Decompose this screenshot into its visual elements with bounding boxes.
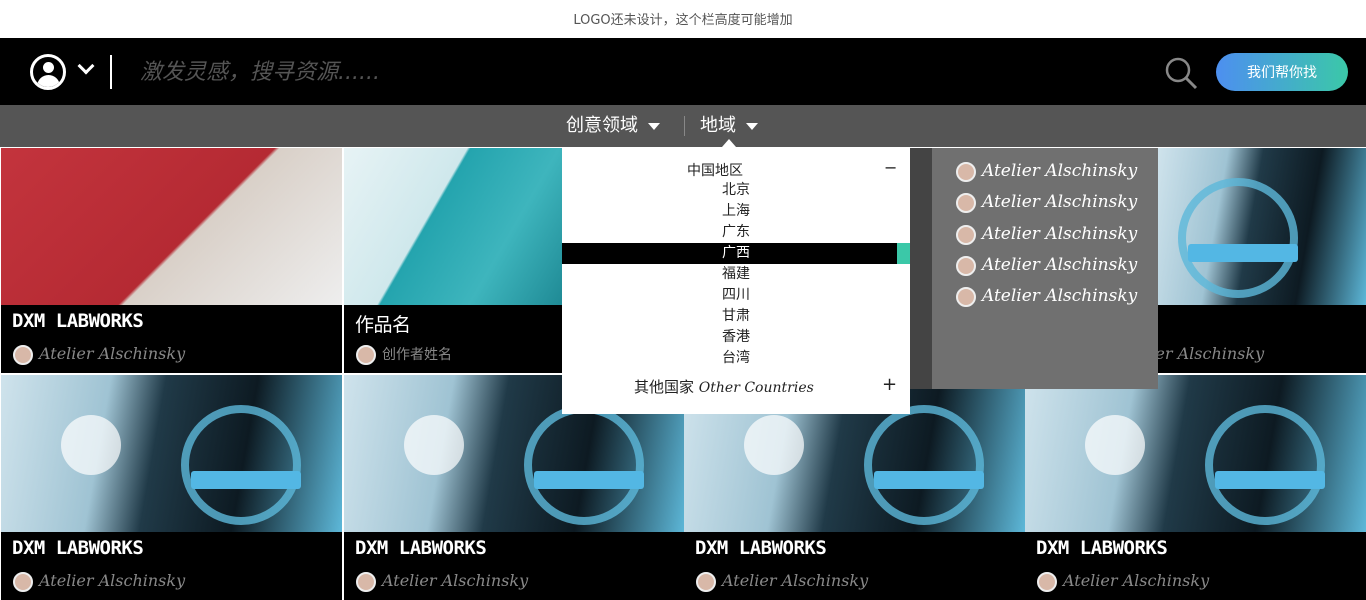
region-item[interactable]: 北京 <box>562 180 910 201</box>
logo-placeholder-text: LOGO还未设计，这个栏高度可能增加 <box>0 0 1366 38</box>
work-author: Atelier Alschinsky <box>13 344 185 365</box>
work-card[interactable]: 作品名 创作者姓名 <box>344 148 562 373</box>
work-thumbnail <box>1158 148 1366 305</box>
region-item[interactable]: 甘肃 <box>562 306 910 327</box>
filter-bar: 创意领域 地域 <box>0 105 1366 147</box>
filter-label: 创意领域 <box>566 115 638 136</box>
work-title: DXM LABWORKS <box>355 537 487 559</box>
help-find-button[interactable]: 我们帮你找 <box>1216 53 1348 91</box>
work-author: Atelier Alschinsky <box>696 571 868 592</box>
region-dropdown: 中国地区 − 北京 上海 广东 广西 福建 四川 甘肃 香港 台湾 其他国家 O… <box>562 148 910 414</box>
search-icon[interactable] <box>1164 56 1198 90</box>
work-thumbnail <box>1 148 342 305</box>
avatar <box>956 224 976 245</box>
selected-marker <box>897 243 910 264</box>
designer-item[interactable]: Atelier Alschinsky <box>956 161 1137 182</box>
region-group-title[interactable]: 中国地区 <box>687 160 743 180</box>
work-author: Atelier Alschinsky <box>1158 344 1265 363</box>
search-input[interactable] <box>140 52 940 92</box>
designer-item[interactable]: Atelier Alschinsky <box>956 255 1137 276</box>
avatar <box>356 345 376 365</box>
designer-item[interactable]: Atelier Alschinsky <box>956 286 1137 307</box>
panel-connector <box>910 148 932 389</box>
region-item-selected[interactable]: 广西 <box>562 243 910 264</box>
region-item[interactable]: 台湾 <box>562 348 910 369</box>
caret-down-icon <box>746 122 758 130</box>
chevron-down-icon[interactable] <box>77 57 95 75</box>
work-card[interactable]: DXM LABWORKS Atelier Alschinsky <box>1025 375 1366 600</box>
work-title: 作品名 <box>355 314 411 336</box>
filter-divider <box>684 116 685 136</box>
work-author: Atelier Alschinsky <box>13 571 185 592</box>
work-card[interactable]: Atelier Alschinsky <box>1158 148 1366 373</box>
avatar <box>356 571 376 592</box>
work-thumbnail <box>344 148 562 305</box>
filter-label: 地域 <box>700 115 736 136</box>
avatar <box>696 571 716 592</box>
avatar <box>13 571 33 592</box>
top-navbar: 我们帮你找 <box>0 38 1366 105</box>
work-title: DXM LABWORKS <box>12 537 144 559</box>
caret-down-icon <box>648 122 660 130</box>
work-thumbnail <box>1025 375 1366 532</box>
work-thumbnail <box>1 375 342 532</box>
region-item[interactable]: 广东 <box>562 222 910 243</box>
dropdown-notch <box>722 139 736 147</box>
region-item[interactable]: 福建 <box>562 264 910 285</box>
work-author: 创作者姓名 <box>356 344 452 365</box>
avatar <box>956 255 976 276</box>
work-card[interactable]: DXM LABWORKS Atelier Alschinsky <box>1 148 342 373</box>
region-item[interactable]: 四川 <box>562 285 910 306</box>
avatar <box>1037 571 1057 592</box>
avatar <box>956 192 976 213</box>
region-item[interactable]: 香港 <box>562 327 910 348</box>
divider <box>110 55 112 89</box>
work-title: DXM LABWORKS <box>1036 537 1168 559</box>
other-countries-group[interactable]: 其他国家 Other Countries <box>634 376 814 397</box>
avatar <box>956 286 976 307</box>
designer-list-panel: Atelier Alschinsky Atelier Alschinsky At… <box>932 148 1158 389</box>
work-card[interactable]: DXM LABWORKS Atelier Alschinsky <box>1 375 342 600</box>
designer-item[interactable]: Atelier Alschinsky <box>956 224 1137 245</box>
region-item[interactable]: 上海 <box>562 201 910 222</box>
collapse-icon[interactable]: − <box>884 158 897 177</box>
designer-item[interactable]: Atelier Alschinsky <box>956 192 1137 213</box>
work-author: Atelier Alschinsky <box>356 571 528 592</box>
expand-icon[interactable]: + <box>882 374 897 395</box>
work-title: DXM LABWORKS <box>695 537 827 559</box>
work-title: DXM LABWORKS <box>12 310 144 332</box>
user-avatar-icon[interactable] <box>30 54 66 90</box>
work-author: Atelier Alschinsky <box>1037 571 1209 592</box>
avatar <box>956 161 976 182</box>
filter-creative-field[interactable]: 创意领域 <box>566 105 660 147</box>
avatar <box>13 344 33 365</box>
